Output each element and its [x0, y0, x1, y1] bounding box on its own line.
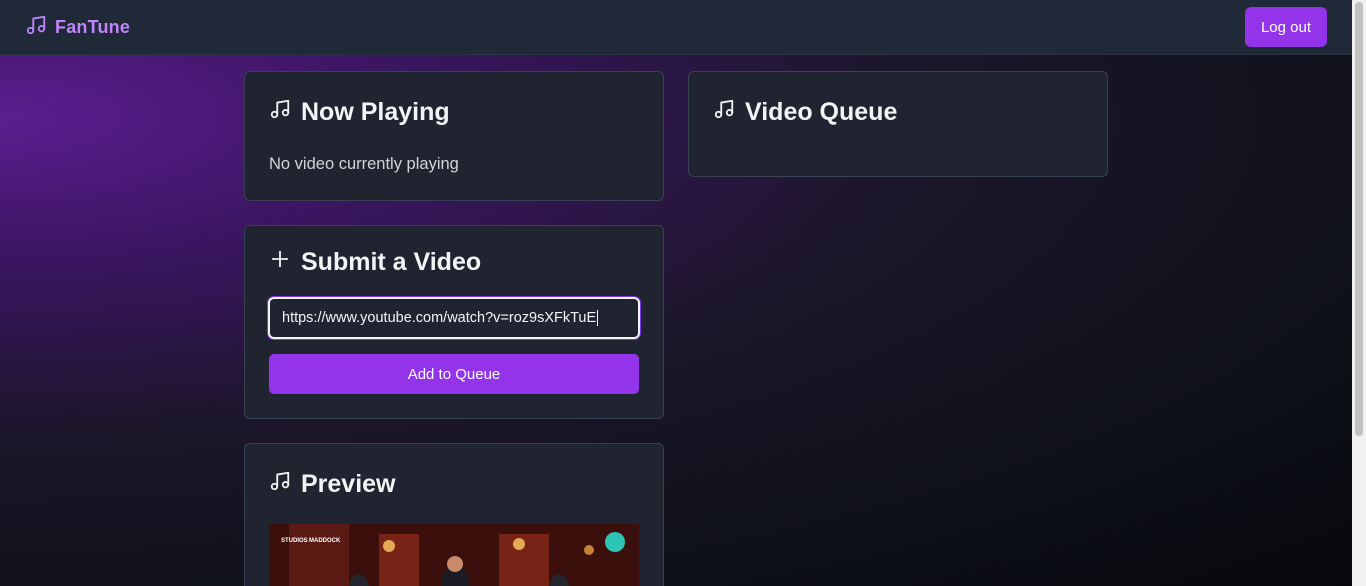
brand[interactable]: FanTune [25, 14, 130, 41]
preview-heading: Preview [269, 470, 396, 499]
page-scrollbar[interactable] [1352, 0, 1366, 586]
music-note-icon [269, 98, 291, 127]
thumbnail-logo-left: STUDIOS [281, 538, 308, 544]
preview-title: Preview [301, 470, 396, 498]
submit-video-heading: Submit a Video [269, 248, 481, 277]
video-url-value: https://www.youtube.com/watch?v=roz9sXFk… [282, 310, 597, 326]
video-queue-heading: Video Queue [713, 98, 897, 127]
now-playing-title: Now Playing [301, 98, 450, 126]
music-note-icon [269, 470, 291, 499]
text-caret [597, 310, 599, 326]
music-note-icon [25, 14, 47, 41]
submit-video-title: Submit a Video [301, 248, 482, 276]
scrollbar-thumb[interactable] [1355, 2, 1363, 436]
now-playing-heading: Now Playing [269, 98, 450, 127]
now-playing-empty-text: No video currently playing [269, 155, 459, 173]
now-playing-card: Now Playing No video currently playing [244, 71, 664, 201]
thumbnail-logo-right: MADDOCK [309, 538, 341, 544]
app-name: FanTune [55, 16, 131, 37]
thumbnail-scene: STUDIOS MADDOCK [269, 524, 639, 586]
preview-card: Preview STUDIOS MADDOCK [244, 443, 664, 586]
video-thumbnail[interactable]: STUDIOS MADDOCK [269, 524, 639, 586]
music-note-icon [713, 98, 735, 127]
submit-video-card: Submit a Video https://www.youtube.com/w… [244, 225, 664, 419]
video-url-input[interactable]: https://www.youtube.com/watch?v=roz9sXFk… [268, 297, 640, 339]
add-to-queue-button[interactable]: Add to Queue [269, 354, 639, 394]
top-navbar: FanTune Log out [0, 0, 1352, 55]
video-queue-title: Video Queue [745, 98, 898, 126]
video-queue-card: Video Queue [688, 71, 1108, 177]
logout-button[interactable]: Log out [1245, 7, 1327, 47]
plus-icon [269, 248, 291, 277]
